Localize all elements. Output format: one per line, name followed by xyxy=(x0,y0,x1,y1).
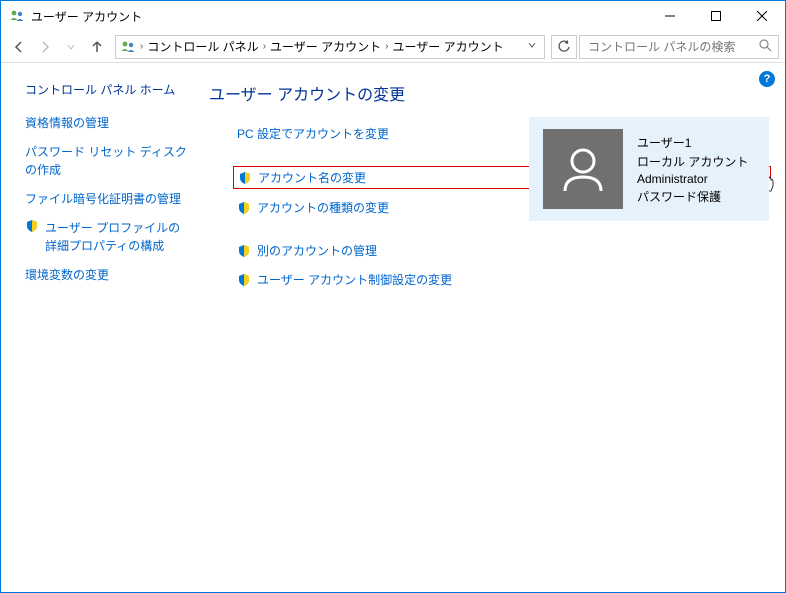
sidebar-link-label: パスワード リセット ディスクの作成 xyxy=(25,143,187,179)
sidebar: コントロール パネル ホーム 資格情報の管理 パスワード リセット ディスクの作… xyxy=(1,63,201,592)
uac-settings-link[interactable]: ユーザー アカウント制御設定の変更 xyxy=(233,269,771,290)
shield-icon xyxy=(237,244,251,258)
sidebar-profile-props-link[interactable]: ユーザー プロファイルの詳細プロパティの構成 xyxy=(25,219,187,255)
action-link-label: アカウントの種類の変更 xyxy=(257,199,389,216)
main-panel: ユーザー アカウントの変更 PC 設定でアカウントを変更 アカウント名の変更 xyxy=(201,63,785,592)
breadcrumb-control-panel[interactable]: コントロール パネル › xyxy=(147,38,266,55)
chevron-right-icon: › xyxy=(263,41,266,52)
sidebar-credentials-link[interactable]: 資格情報の管理 xyxy=(25,114,187,132)
action-group-3: 別のアカウントの管理 ユーザー アカウント制御設定の変更 xyxy=(233,240,771,290)
shield-icon xyxy=(237,273,251,287)
action-link-label: アカウント名の変更 xyxy=(258,169,366,186)
breadcrumb-user-accounts-category[interactable]: ユーザー アカウント › xyxy=(270,38,388,55)
user-accounts-icon xyxy=(120,39,136,55)
titlebar: ユーザー アカウント xyxy=(1,1,785,31)
account-card: ユーザー1 ローカル アカウント Administrator パスワード保護 xyxy=(529,117,769,221)
breadcrumb-label: ユーザー アカウント xyxy=(392,38,503,55)
page-heading: ユーザー アカウントの変更 xyxy=(209,81,771,105)
manage-other-accounts-link[interactable]: 別のアカウントの管理 xyxy=(233,240,771,261)
user-accounts-icon xyxy=(9,8,25,24)
action-link-label: 別のアカウントの管理 xyxy=(257,242,377,259)
refresh-button[interactable] xyxy=(551,35,577,59)
sidebar-link-label: ユーザー プロファイルの詳細プロパティの構成 xyxy=(45,219,187,255)
shield-icon xyxy=(238,171,252,185)
address-bar[interactable]: › コントロール パネル › ユーザー アカウント › ユーザー アカウント xyxy=(115,35,545,59)
breadcrumb-user-accounts[interactable]: ユーザー アカウント xyxy=(392,38,503,55)
search-box[interactable] xyxy=(579,35,779,59)
account-info: ユーザー1 ローカル アカウント Administrator パスワード保護 xyxy=(637,129,748,209)
address-dropdown[interactable] xyxy=(524,41,540,52)
sidebar-reset-disk-link[interactable]: パスワード リセット ディスクの作成 xyxy=(25,143,187,179)
sidebar-env-vars-link[interactable]: 環境変数の変更 xyxy=(25,266,187,284)
search-input[interactable] xyxy=(586,39,759,55)
content-area: ? コントロール パネル ホーム 資格情報の管理 パスワード リセット ディスク… xyxy=(1,63,785,592)
action-link-label: ユーザー アカウント制御設定の変更 xyxy=(257,271,452,288)
sidebar-link-label: ファイル暗号化証明書の管理 xyxy=(25,190,187,208)
minimize-button[interactable] xyxy=(647,1,693,31)
chevron-right-icon[interactable]: › xyxy=(140,41,143,52)
action-link-label: PC 設定でアカウントを変更 xyxy=(237,125,389,142)
chevron-right-icon: › xyxy=(385,41,388,52)
avatar xyxy=(543,129,623,209)
window-title: ユーザー アカウント xyxy=(31,8,142,25)
sidebar-link-label: 資格情報の管理 xyxy=(25,114,187,132)
maximize-button[interactable] xyxy=(693,1,739,31)
breadcrumb-label: コントロール パネル xyxy=(147,38,258,55)
recent-dropdown[interactable] xyxy=(59,35,83,59)
back-button[interactable] xyxy=(7,35,31,59)
shield-icon xyxy=(25,219,39,233)
account-type: ローカル アカウント xyxy=(637,153,748,170)
breadcrumb-label: ユーザー アカウント xyxy=(270,38,381,55)
forward-button[interactable] xyxy=(33,35,57,59)
sidebar-link-label: 環境変数の変更 xyxy=(25,266,187,284)
account-name: ユーザー1 xyxy=(637,134,748,151)
sidebar-home-link[interactable]: コントロール パネル ホーム xyxy=(25,81,187,98)
sidebar-encryption-cert-link[interactable]: ファイル暗号化証明書の管理 xyxy=(25,190,187,208)
navbar: › コントロール パネル › ユーザー アカウント › ユーザー アカウント xyxy=(1,31,785,63)
close-button[interactable] xyxy=(739,1,785,31)
shield-icon xyxy=(237,201,251,215)
help-icon[interactable]: ? xyxy=(759,71,775,87)
search-icon[interactable] xyxy=(759,39,772,55)
up-button[interactable] xyxy=(85,35,109,59)
account-role: Administrator xyxy=(637,172,748,186)
window-controls xyxy=(647,1,785,31)
account-protection: パスワード保護 xyxy=(637,188,748,205)
